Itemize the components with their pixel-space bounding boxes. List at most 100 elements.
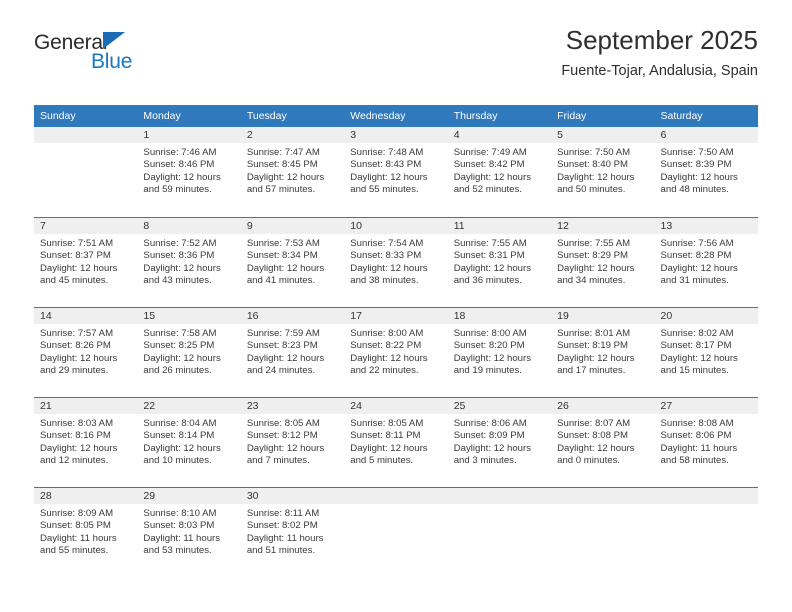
sun-info: Sunrise: 7:50 AM Sunset: 8:39 PM Daylight:… [655,143,758,197]
day-number: 9 [240,218,345,234]
day-cell[interactable]: 30 Sunrise: 8:11 AM Sunset: 8:02 PM Dayligh… [240,487,345,577]
sunset-time: Sunset: 8:19 PM [557,340,629,352]
day-number: 13 [654,218,758,234]
daylight-duration-line1: Daylight: 12 hours [453,262,532,274]
day-cell[interactable]: 14 Sunrise: 7:57 AM Sunset: 8:26 PM Dayligh… [34,307,138,397]
sunset-time: Sunset: 8:06 PM [660,430,732,442]
sun-info: Sunrise: 7:57 AM Sunset: 8:26 PM Daylight:… [34,324,137,378]
day-number [447,488,552,504]
calendar-cell: 2 Sunrise: 7:47 AM Sunset: 8:45 PM Daylight… [240,127,345,217]
day-cell[interactable]: 10 Sunrise: 7:54 AM Sunset: 8:33 PM Dayligh… [344,217,448,307]
day-cell[interactable]: 26 Sunrise: 8:07 AM Sunset: 8:08 PM Dayligh… [551,397,655,487]
calendar-cell: 20 Sunrise: 8:02 AM Sunset: 8:17 PM Dayligh… [654,307,758,397]
day-cell[interactable]: 15 Sunrise: 7:58 AM Sunset: 8:25 PM Dayligh… [137,307,241,397]
day-cell[interactable]: 23 Sunrise: 8:05 AM Sunset: 8:12 PM Dayligh… [240,397,345,487]
daylight-duration-line2: and 53 minutes. [143,545,212,557]
daylight-duration-line1: Daylight: 12 hours [143,171,221,183]
sunrise-time: Sunrise: 8:00 AM [453,328,527,339]
daylight-duration-line2: and 55 minutes. [350,184,419,196]
day-number: 22 [137,398,241,414]
daylight-duration-line1: Daylight: 11 hours [246,532,324,544]
calendar-cell: 26 Sunrise: 8:07 AM Sunset: 8:08 PM Dayligh… [551,397,655,487]
day-cell[interactable]: 28 Sunrise: 8:09 AM Sunset: 8:05 PM Dayligh… [34,487,138,577]
day-cell[interactable]: 12 Sunrise: 7:55 AM Sunset: 8:29 PM Dayligh… [551,217,655,307]
sunset-time: Sunset: 8:09 PM [453,430,525,442]
day-cell[interactable]: 27 Sunrise: 8:08 AM Sunset: 8:06 PM Dayligh… [654,397,758,487]
day-number: 20 [654,308,758,324]
sunset-time: Sunset: 8:20 PM [453,340,525,352]
weekday-header-tuesday: Tuesday [240,105,345,127]
day-cell[interactable]: 7 Sunrise: 7:51 AM Sunset: 8:37 PM Daylight… [34,217,138,307]
sunrise-time: Sunrise: 7:49 AM [453,147,527,158]
daylight-duration-line2: and 50 minutes. [557,184,626,196]
calendar-week-row: 1 Sunrise: 7:46 AM Sunset: 8:46 PM Daylight… [34,127,758,217]
daylight-duration-line1: Daylight: 12 hours [557,171,635,183]
day-cell[interactable]: 21 Sunrise: 8:03 AM Sunset: 8:16 PM Dayligh… [34,397,138,487]
day-cell[interactable]: 25 Sunrise: 8:06 AM Sunset: 8:09 PM Dayligh… [447,397,552,487]
daylight-duration-line2: and 0 minutes. [557,455,621,467]
calendar-cell: 9 Sunrise: 7:53 AM Sunset: 8:34 PM Daylight… [240,217,345,307]
day-cell-empty [551,487,655,577]
day-cell[interactable]: 13 Sunrise: 7:56 AM Sunset: 8:28 PM Dayligh… [654,217,758,307]
daylight-duration-line1: Daylight: 12 hours [350,171,428,183]
calendar-cell: 16 Sunrise: 7:59 AM Sunset: 8:23 PM Dayligh… [240,307,345,397]
sunrise-time: Sunrise: 7:54 AM [350,238,424,249]
daylight-duration-line2: and 15 minutes. [660,365,729,377]
day-number: 15 [137,308,241,324]
day-cell[interactable]: 29 Sunrise: 8:10 AM Sunset: 8:03 PM Dayligh… [137,487,241,577]
sunrise-time: Sunrise: 7:50 AM [660,147,734,158]
day-cell[interactable]: 2 Sunrise: 7:47 AM Sunset: 8:45 PM Daylight… [240,127,345,217]
day-cell[interactable]: 20 Sunrise: 8:02 AM Sunset: 8:17 PM Dayligh… [654,307,758,397]
daylight-duration-line1: Daylight: 11 hours [143,532,221,544]
day-cell[interactable]: 22 Sunrise: 8:04 AM Sunset: 8:14 PM Dayligh… [137,397,241,487]
day-cell[interactable]: 6 Sunrise: 7:50 AM Sunset: 8:39 PM Daylight… [654,127,758,217]
day-cell[interactable]: 24 Sunrise: 8:05 AM Sunset: 8:11 PM Dayligh… [344,397,448,487]
day-cell[interactable]: 16 Sunrise: 7:59 AM Sunset: 8:23 PM Dayligh… [240,307,345,397]
daylight-duration-line1: Daylight: 12 hours [350,262,428,274]
calendar-cell: 27 Sunrise: 8:08 AM Sunset: 8:06 PM Dayligh… [654,397,758,487]
sunrise-time: Sunrise: 7:51 AM [40,238,114,249]
weekday-header-friday: Friday [551,105,655,127]
sunset-time: Sunset: 8:08 PM [557,430,629,442]
day-cell[interactable]: 19 Sunrise: 8:01 AM Sunset: 8:19 PM Dayligh… [551,307,655,397]
daylight-duration-line2: and 31 minutes. [660,275,729,287]
calendar-cell: 10 Sunrise: 7:54 AM Sunset: 8:33 PM Dayligh… [344,217,448,307]
calendar-cell: 8 Sunrise: 7:52 AM Sunset: 8:36 PM Daylight… [137,217,241,307]
daylight-duration-line1: Daylight: 12 hours [246,171,325,183]
day-number: 17 [344,308,448,324]
weekday-header-saturday: Saturday [654,105,758,127]
sunset-time: Sunset: 8:36 PM [143,250,215,262]
weekday-header-wednesday: Wednesday [344,105,448,127]
daylight-duration-line1: Daylight: 12 hours [246,442,325,454]
daylight-duration-line2: and 17 minutes. [557,365,626,377]
day-cell[interactable]: 5 Sunrise: 7:50 AM Sunset: 8:40 PM Daylight… [551,127,655,217]
sunset-time: Sunset: 8:28 PM [660,250,732,262]
sunset-time: Sunset: 8:23 PM [246,340,318,352]
calendar-cell: 17 Sunrise: 8:00 AM Sunset: 8:22 PM Dayligh… [344,307,448,397]
calendar-cell [551,487,655,577]
calendar-cell: 12 Sunrise: 7:55 AM Sunset: 8:29 PM Dayligh… [551,217,655,307]
sun-info: Sunrise: 7:53 AM Sunset: 8:34 PM Daylight:… [241,234,344,288]
weekday-header-monday: Monday [137,105,241,127]
day-number: 23 [240,398,345,414]
daylight-duration-line2: and 12 minutes. [40,455,109,467]
sun-info: Sunrise: 7:48 AM Sunset: 8:43 PM Daylight:… [344,143,447,197]
sun-info: Sunrise: 7:58 AM Sunset: 8:25 PM Daylight:… [137,324,240,378]
day-cell[interactable]: 9 Sunrise: 7:53 AM Sunset: 8:34 PM Daylight… [240,217,345,307]
daylight-duration-line2: and 51 minutes. [246,545,316,557]
day-cell[interactable]: 18 Sunrise: 8:00 AM Sunset: 8:20 PM Dayligh… [447,307,552,397]
daylight-duration-line1: Daylight: 11 hours [40,532,117,544]
day-cell[interactable]: 11 Sunrise: 7:55 AM Sunset: 8:31 PM Dayligh… [447,217,552,307]
sun-info: Sunrise: 8:03 AM Sunset: 8:16 PM Daylight:… [34,414,137,468]
day-cell-empty [654,487,758,577]
day-cell[interactable]: 17 Sunrise: 8:00 AM Sunset: 8:22 PM Dayligh… [344,307,448,397]
day-cell[interactable]: 3 Sunrise: 7:48 AM Sunset: 8:43 PM Daylight… [344,127,448,217]
calendar-cell [344,487,448,577]
sun-info: Sunrise: 7:52 AM Sunset: 8:36 PM Daylight:… [137,234,240,288]
calendar-cell: 11 Sunrise: 7:55 AM Sunset: 8:31 PM Dayligh… [447,217,552,307]
day-cell[interactable]: 4 Sunrise: 7:49 AM Sunset: 8:42 PM Daylight… [447,127,552,217]
day-cell[interactable]: 8 Sunrise: 7:52 AM Sunset: 8:36 PM Daylight… [137,217,241,307]
sunset-time: Sunset: 8:22 PM [350,340,422,352]
daylight-duration-line2: and 3 minutes. [453,455,517,467]
day-cell[interactable]: 1 Sunrise: 7:46 AM Sunset: 8:46 PM Daylight… [137,127,241,217]
